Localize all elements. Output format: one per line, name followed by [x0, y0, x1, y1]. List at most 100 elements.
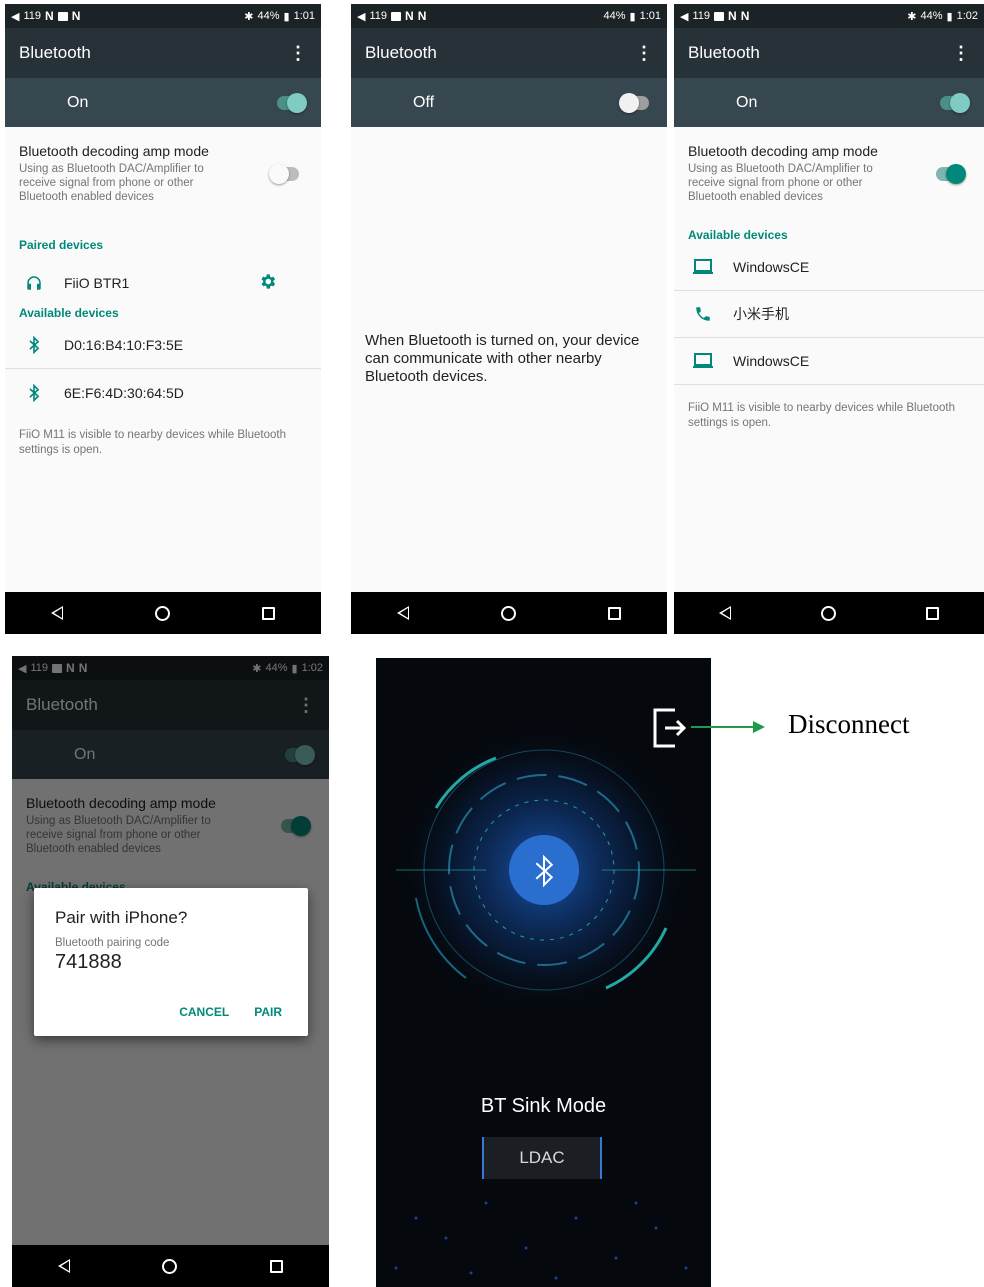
notification-icon: N [417, 9, 427, 23]
image-icon [57, 11, 68, 21]
headphones-icon [19, 274, 49, 292]
back-icon[interactable] [719, 606, 731, 620]
available-devices-header: Available devices [19, 306, 119, 320]
recents-icon[interactable] [926, 606, 939, 620]
bluetooth-master-toggle[interactable]: Off [351, 78, 667, 127]
overflow-menu-icon[interactable]: ⋮ [289, 44, 307, 62]
toggle-state-label: Off [413, 93, 435, 111]
laptop-icon [688, 259, 718, 275]
bluetooth-master-toggle[interactable]: On [674, 78, 984, 127]
available-device-row[interactable]: 6E:F6:4D:30:64:5D [5, 369, 321, 416]
nav-bar [351, 592, 667, 634]
screen-pair-dialog: ◀119NN ✱44%▮1:02 Bluetooth⋮ On Bluetooth… [12, 656, 329, 1287]
available-device-row[interactable]: WindowsCE [674, 338, 984, 385]
amp-mode-description: Using as Bluetooth DAC/Amplifier to rece… [19, 163, 204, 203]
app-bar: Bluetooth ⋮ [351, 28, 667, 78]
paired-devices-header: Paired devices [19, 238, 104, 252]
nav-bar [5, 592, 321, 634]
disconnect-icon[interactable] [651, 706, 687, 755]
amp-mode-row[interactable]: Bluetooth decoding amp mode Using as Blue… [674, 127, 984, 204]
clock: 1:01 [639, 10, 661, 22]
nav-bar [674, 592, 984, 634]
image-icon [714, 11, 725, 21]
pairing-code-label: Bluetooth pairing code [55, 937, 170, 949]
dialog-title: Pair with iPhone? [55, 908, 188, 927]
visibility-note: FiiO M11 is visible to nearby devices wh… [19, 429, 286, 456]
amp-mode-title: Bluetooth decoding amp mode [19, 143, 209, 159]
device-name: D0:16:B4:10:F3:5E [64, 337, 184, 353]
clock: 1:02 [956, 10, 978, 22]
battery-level: 44% [920, 10, 943, 22]
home-icon[interactable] [155, 605, 170, 621]
device-name: 小米手机 [733, 306, 789, 322]
device-name: WindowsCE [733, 259, 810, 275]
available-device-row[interactable]: 小米手机 [674, 291, 984, 338]
screen-amp-mode-on: ◀ 119 N N ✱ 44% ▮ 1:02 Bluetooth ⋮ On Bluetooth… [674, 4, 984, 634]
bluetooth-icon [19, 336, 49, 354]
volume-icon: ◀ [680, 10, 689, 23]
amp-mode-row[interactable]: Bluetooth decoding amp mode Using as Blue… [5, 127, 321, 204]
amp-mode-switch[interactable] [269, 163, 299, 184]
page-title: Bluetooth [688, 43, 760, 62]
battery-level: 44% [257, 10, 280, 22]
toggle-state-label: On [736, 93, 758, 111]
recents-icon[interactable] [608, 606, 621, 620]
screen-bluetooth-on: ◀ 119 N N ✱ 44% ▮ 1:01 Bluetooth ⋮ On Bluetooth… [5, 4, 321, 634]
amp-mode-description: Using as Bluetooth DAC/Amplifier to rece… [688, 163, 873, 203]
bluetooth-switch[interactable] [940, 92, 970, 113]
bluetooth-off-message: When Bluetooth is turned on, your device… [365, 332, 640, 385]
image-icon [391, 11, 402, 21]
notification-icon: N [740, 9, 750, 23]
device-name: WindowsCE [733, 353, 810, 369]
toggle-state-label: On [67, 93, 89, 111]
overflow-menu-icon[interactable]: ⋮ [635, 44, 653, 62]
recents-icon[interactable] [269, 1259, 283, 1273]
back-icon[interactable] [397, 606, 409, 620]
bluetooth-icon [19, 383, 49, 402]
screen-bt-sink-mode: BT Sink Mode LDAC [376, 658, 711, 1287]
phone-icon [688, 305, 718, 323]
paired-device-row[interactable]: FiiO BTR1 [5, 262, 321, 304]
visibility-note: FiiO M11 is visible to nearby devices wh… [688, 402, 955, 429]
notification-icon: N [45, 9, 54, 23]
home-icon[interactable] [821, 605, 836, 621]
disconnect-callout-label: Disconnect [788, 709, 910, 739]
recents-icon[interactable] [262, 606, 275, 620]
notification-icon: N [405, 9, 414, 23]
bluetooth-icon [530, 854, 558, 893]
volume-level: 119 [369, 10, 388, 22]
volume-icon: ◀ [357, 10, 366, 23]
bluetooth-status-icon: ✱ [907, 10, 917, 23]
back-icon[interactable] [58, 1259, 71, 1273]
available-devices-header: Available devices [688, 228, 788, 242]
available-device-row[interactable]: D0:16:B4:10:F3:5E [5, 322, 321, 369]
home-icon[interactable] [501, 605, 516, 621]
home-icon[interactable] [162, 1258, 178, 1274]
pair-dialog: Pair with iPhone? Bluetooth pairing code… [34, 888, 308, 1036]
laptop-icon [688, 353, 718, 369]
callout-arrow-icon [691, 721, 765, 733]
cancel-button[interactable]: CANCEL [179, 1005, 229, 1019]
device-name: 6E:F6:4D:30:64:5D [64, 384, 184, 401]
pair-button[interactable]: PAIR [254, 1005, 282, 1019]
sink-mode-label: BT Sink Mode [480, 1095, 607, 1117]
status-bar: ◀ 119 N N 44% ▮ 1:01 [351, 4, 667, 28]
bluetooth-master-toggle[interactable]: On [5, 78, 321, 127]
device-name: FiiO BTR1 [64, 275, 130, 291]
bluetooth-switch[interactable] [619, 92, 649, 113]
status-bar: ◀119 NN ✱44%▮1:02 [674, 4, 984, 28]
gear-icon[interactable] [258, 272, 277, 294]
page-title: Bluetooth [365, 43, 437, 62]
available-device-row[interactable]: WindowsCE [674, 244, 984, 291]
codec-badge: LDAC [482, 1137, 602, 1179]
overflow-menu-icon[interactable]: ⋮ [952, 44, 970, 62]
page-title: Bluetooth [19, 43, 91, 62]
amp-mode-switch[interactable] [936, 163, 966, 184]
battery-icon: ▮ [629, 10, 636, 23]
volume-icon: ◀ [11, 10, 20, 23]
battery-icon: ▮ [946, 10, 953, 23]
back-icon[interactable] [51, 606, 63, 620]
bluetooth-switch[interactable] [277, 92, 307, 113]
battery-icon: ▮ [283, 10, 290, 23]
amp-mode-title: Bluetooth decoding amp mode [688, 143, 878, 159]
